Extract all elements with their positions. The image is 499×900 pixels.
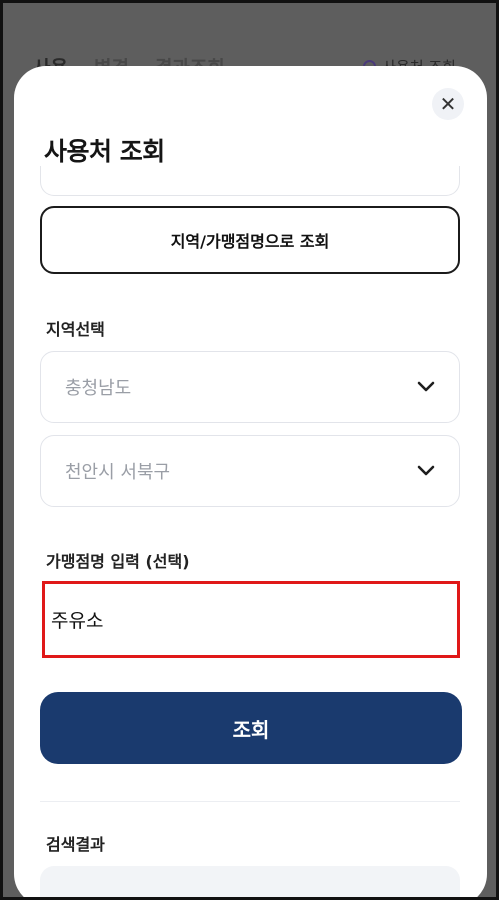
results-list [40, 866, 460, 897]
store-section-label: 가맹점명 입력 (선택) [46, 552, 190, 571]
results-label: 검색결과 [46, 835, 105, 854]
close-button[interactable]: ✕ [432, 88, 464, 120]
search-by-region-button[interactable]: 지역/가맹점명으로 조회 [40, 206, 460, 274]
chevron-down-icon [415, 376, 437, 398]
province-select-value: 충청남도 [65, 378, 132, 399]
search-submit-button[interactable]: 조회 [40, 692, 462, 764]
city-select[interactable]: 천안시 서북구 [40, 435, 460, 507]
close-icon: ✕ [439, 92, 457, 116]
store-search-modal: ✕ 사용처 조회 지역/가맹점명으로 조회 지역선택 충청남도 천안시 서북구 … [14, 66, 487, 897]
screen-frame: 사용 변경 결과조회 사용처 조회 ✕ 사용처 조회 지역/가맹점명으로 조회 … [3, 3, 496, 897]
region-section-label: 지역선택 [46, 320, 105, 339]
previous-option-card[interactable] [40, 166, 460, 196]
city-select-value: 천안시 서북구 [65, 462, 171, 483]
province-select[interactable]: 충청남도 [40, 351, 460, 423]
store-name-input[interactable]: 주유소 [42, 581, 460, 658]
chevron-down-icon [415, 460, 437, 482]
section-divider [40, 801, 460, 802]
modal-title: 사용처 조회 [44, 137, 165, 166]
